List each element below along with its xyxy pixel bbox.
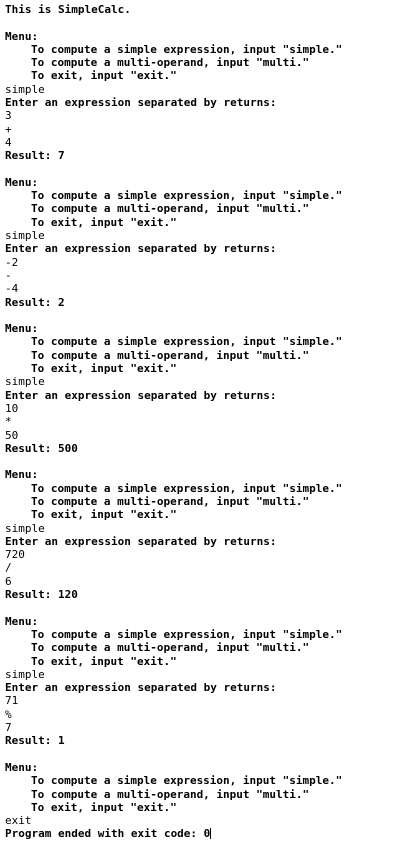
console-input-line: % <box>5 707 12 721</box>
console-input-line: 6 <box>5 574 12 588</box>
console-menu-option: To exit, input "exit." <box>31 508 177 522</box>
console-menu-option: To compute a simple expression, input "s… <box>31 189 343 203</box>
console-input-line: exit <box>5 814 32 828</box>
console-input-line: 7 <box>5 721 12 735</box>
console-line: Result: 7 <box>5 149 65 163</box>
console-menu-option: To exit, input "exit." <box>31 215 177 229</box>
console-line: Enter an expression separated by returns… <box>5 388 277 402</box>
console-line: Menu: <box>5 760 39 774</box>
console-menu-option: To compute a multi-operand, input "multi… <box>31 348 310 362</box>
console-menu-option: To compute a simple expression, input "s… <box>31 774 343 788</box>
console-input-line: simple <box>5 82 45 96</box>
console-line: Enter an expression separated by returns… <box>5 681 277 695</box>
console-menu-option: To compute a simple expression, input "s… <box>31 627 343 641</box>
text-cursor <box>210 828 212 840</box>
console-menu-option: To compute a simple expression, input "s… <box>31 42 343 56</box>
console-input-line: * <box>5 415 12 429</box>
console-input-line: simple <box>5 667 45 681</box>
console-line: This is SimpleCalc. <box>5 3 131 16</box>
console-line: Menu: <box>5 29 39 43</box>
console-menu-option: To compute a multi-operand, input "multi… <box>31 202 310 216</box>
console-line: Result: 120 <box>5 588 78 602</box>
console-input-line: 4 <box>5 135 12 149</box>
console-menu-option: To compute a multi-operand, input "multi… <box>31 494 310 508</box>
console-line: Result: 2 <box>5 295 65 309</box>
exit-code-text: Program ended with exit code: 0 <box>5 827 211 841</box>
console-line: Result: 500 <box>5 441 78 455</box>
console-menu-option: To exit, input "exit." <box>31 800 177 814</box>
console-line: Enter an expression separated by returns… <box>5 534 277 548</box>
console-menu-option: To compute a multi-operand, input "multi… <box>31 641 310 655</box>
console-output[interactable]: This is SimpleCalc. Menu: To compute a sim… <box>5 3 410 841</box>
console-input-line: 71 <box>5 694 19 708</box>
console-input-line: / <box>5 561 12 575</box>
console-input-line: 10 <box>5 401 19 415</box>
console-input-line: simple <box>5 521 45 535</box>
console-input-line: -2 <box>5 255 19 269</box>
console-input-line: simple <box>5 375 45 389</box>
console-line: Menu: <box>5 468 39 482</box>
console-menu-option: To compute a multi-operand, input "multi… <box>31 56 310 70</box>
console-input-line: simple <box>5 229 45 243</box>
exit-code-line: Program ended with exit code: 0 <box>5 827 410 840</box>
console-menu-option: To compute a multi-operand, input "multi… <box>31 787 310 801</box>
console-input-line: 3 <box>5 109 12 123</box>
console-menu-option: To exit, input "exit." <box>31 362 177 376</box>
console-menu-option: To compute a simple expression, input "s… <box>31 481 343 495</box>
console-line: Menu: <box>5 614 39 628</box>
console-input-line: -4 <box>5 282 19 296</box>
console-input-line: 50 <box>5 428 19 442</box>
console-menu-option: To exit, input "exit." <box>31 654 177 668</box>
console-input-line: - <box>5 268 12 282</box>
console-line: Menu: <box>5 322 39 336</box>
console-menu-option: To compute a simple expression, input "s… <box>31 335 343 349</box>
console-input-line: + <box>5 122 12 136</box>
console-line: Menu: <box>5 175 39 189</box>
console-menu-option: To exit, input "exit." <box>31 69 177 83</box>
console-line: Result: 1 <box>5 734 65 748</box>
console-input-line: 720 <box>5 548 25 562</box>
console-line: Enter an expression separated by returns… <box>5 96 277 110</box>
console-line: Enter an expression separated by returns… <box>5 242 277 256</box>
